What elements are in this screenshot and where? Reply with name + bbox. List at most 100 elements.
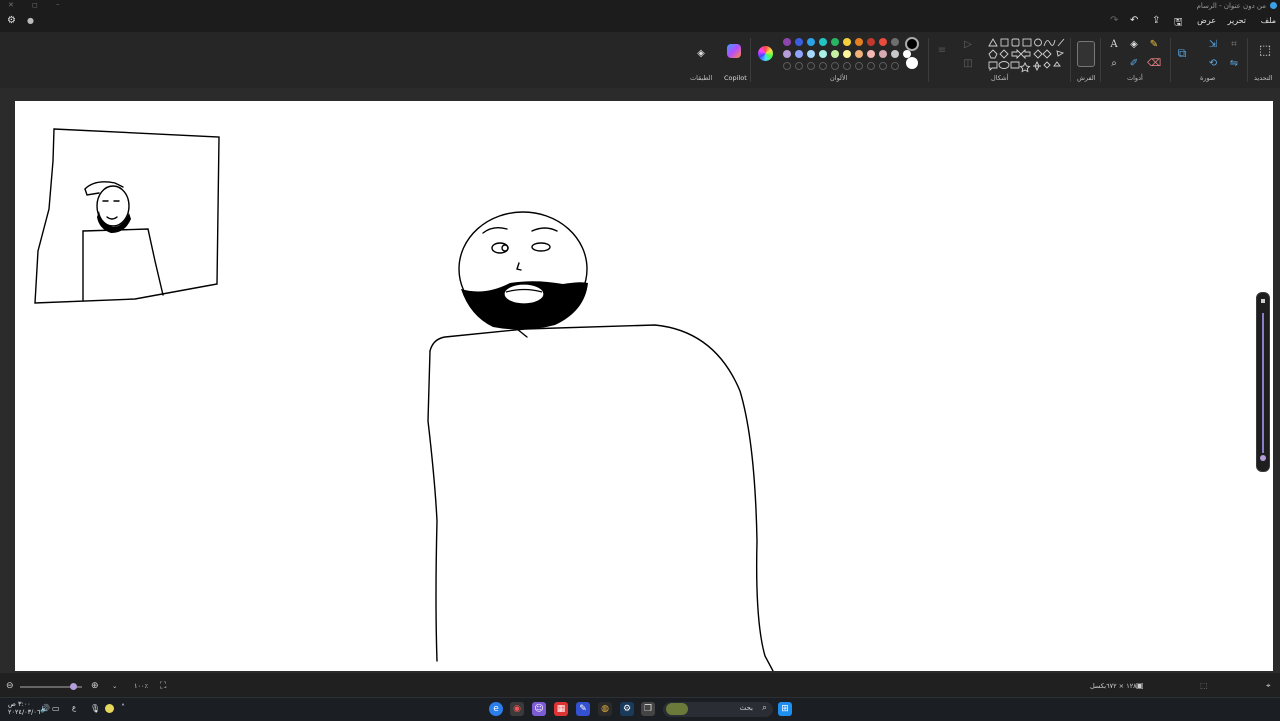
clock-date[interactable]: ٢٠٢٤/٠٣/٠٦ [8,709,40,716]
media-app-icon[interactable]: ▦ [554,702,568,716]
share-icon[interactable]: ⇪ [1152,15,1160,26]
image-crop-icon[interactable]: ⧉ [1176,46,1188,60]
custom-color-slot[interactable] [867,62,875,70]
input-language[interactable]: ع [72,704,76,712]
shapes-gallery[interactable] [987,37,1065,73]
ribbon-separator [928,38,929,82]
canvas-size-icon: ▣ [1136,681,1144,690]
color-swatch[interactable] [807,50,815,58]
fit-to-window-icon[interactable]: ⛶ [160,681,166,691]
rotate-icon[interactable]: ⟲ [1207,57,1219,69]
custom-color-slot[interactable] [783,62,791,70]
color-swatch[interactable] [855,50,863,58]
slider-thumb[interactable] [1260,455,1266,461]
zoom-dropdown-icon[interactable]: ⌄ [112,682,117,690]
cursor-position-icon: ⌖ [1266,681,1271,690]
zoom-slider-vertical[interactable] [1256,292,1270,472]
account-icon[interactable]: ● [27,16,34,25]
browser-icon[interactable]: ◍ [598,702,612,716]
custom-color-slot[interactable] [795,62,803,70]
paint-taskbar-icon[interactable]: ✎ [576,702,590,716]
zoom-slider-thumb[interactable] [70,683,77,690]
chrome-icon[interactable]: ◉ [510,702,524,716]
flip-icon[interactable]: ⇋ [1228,57,1240,69]
eraser-icon[interactable]: ⌫ [1147,57,1161,69]
custom-color-slot[interactable] [807,62,815,70]
fill-icon[interactable]: ◈ [1128,38,1140,50]
minimize-window-icon[interactable]: – [56,0,60,8]
color-swatch[interactable] [855,38,863,46]
zoom-out-icon[interactable]: ⊖ [6,681,14,691]
custom-color-slot[interactable] [831,62,839,70]
ribbon-separator [1247,38,1248,82]
color-swatch[interactable] [891,50,899,58]
custom-color-slot[interactable] [891,62,899,70]
color-swatch[interactable] [783,50,791,58]
edit-colors-icon[interactable] [758,46,773,61]
menu-file[interactable]: ملف [1261,16,1276,25]
shape-fill-icon[interactable]: ◫ [962,57,974,69]
brush-icon[interactable] [1077,41,1095,67]
custom-color-slot[interactable] [879,62,887,70]
color-swatch[interactable] [807,38,815,46]
discord-icon[interactable]: ☺ [532,702,546,716]
color-swatch[interactable] [867,38,875,46]
ribbon-separator [750,38,751,82]
save-icon[interactable]: 🖫 [1174,15,1183,32]
undo-icon[interactable]: ↶ [1130,15,1138,26]
color-swatch[interactable] [867,50,875,58]
color-picker-icon[interactable]: ✐ [1128,57,1140,69]
shape-outline-icon[interactable]: ▷ [962,38,974,50]
color-swatch[interactable] [819,38,827,46]
copilot-icon[interactable] [727,44,741,58]
color-swatch[interactable] [879,50,887,58]
display-icon[interactable]: ▭ [52,704,60,713]
microphone-icon[interactable]: 🎙 [90,704,100,713]
zoom-level[interactable]: ١٠٠٪ [134,682,148,690]
close-window-icon[interactable]: ✕ [8,1,14,9]
color-swatch[interactable] [831,38,839,46]
shape-size-icon[interactable]: ≡ [936,44,948,56]
redo-icon[interactable]: ↷ [1110,15,1118,26]
color-swatch[interactable] [843,38,851,46]
edge-icon[interactable]: e [489,702,503,716]
settings-icon[interactable]: ⚙ [7,15,16,26]
menu-view[interactable]: عرض [1197,16,1216,25]
resize-icon[interactable]: ⇲ [1207,38,1219,50]
custom-color-slot[interactable] [819,62,827,70]
primary-color[interactable] [905,37,919,51]
color-swatch[interactable] [795,38,803,46]
ribbon-separator [1100,38,1101,82]
magnifier-icon[interactable]: ⌕ [1108,57,1120,69]
drawing-illustration [34,128,774,671]
show-hidden-icons[interactable]: ˄ [121,703,125,712]
color-swatch[interactable] [831,50,839,58]
color-swatch[interactable] [903,50,911,58]
start-icon[interactable]: ⊞ [778,702,792,716]
color-swatch[interactable] [795,50,803,58]
steam-icon[interactable]: ⚙ [620,702,634,716]
clock-time[interactable]: ٣:٠٠ ص [8,701,31,708]
custom-color-slot[interactable] [855,62,863,70]
custom-color-slot[interactable] [843,62,851,70]
search-icon: ⌕ [761,703,767,713]
secondary-color[interactable] [906,57,918,69]
drawing-canvas[interactable] [15,101,1273,671]
color-swatch[interactable] [891,38,899,46]
pencil-icon[interactable]: ✎ [1148,38,1160,50]
task-view-icon[interactable]: ❐ [641,702,655,716]
color-swatch[interactable] [783,38,791,46]
text-tool-icon[interactable]: A [1108,38,1120,50]
menu-edit[interactable]: تحرير [1228,16,1246,25]
search-box[interactable]: بحث ⌕ [663,702,773,717]
crop-icon[interactable]: ⌗ [1228,38,1240,50]
maximize-window-icon[interactable]: ◻ [32,1,38,9]
volume-icon[interactable]: 🔊 [40,704,50,713]
color-swatch[interactable] [819,50,827,58]
zoom-in-icon[interactable]: ⊕ [91,681,99,691]
select-icon[interactable]: ⬚ [1259,43,1271,58]
tray-app-icon[interactable] [105,704,114,713]
color-swatch[interactable] [843,50,851,58]
layers-icon[interactable]: ◈ [695,47,707,59]
color-swatch[interactable] [879,38,887,46]
